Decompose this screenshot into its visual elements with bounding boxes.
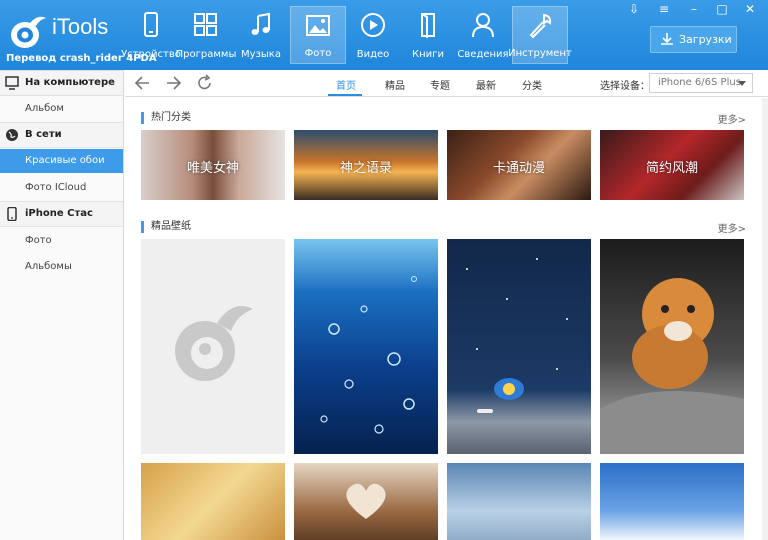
wrench-icon xyxy=(529,13,552,39)
book-icon xyxy=(421,13,435,38)
chevron-down-icon xyxy=(738,81,746,86)
phone-icon xyxy=(144,12,158,37)
apps-grid-icon xyxy=(194,13,217,36)
hot-categories-title: 热门分类 xyxy=(141,112,191,124)
globe-icon xyxy=(6,129,18,141)
app-brand: iTools xyxy=(52,14,109,39)
sidebar-item-label: Фото ICloud xyxy=(25,182,87,193)
wallpaper-placeholder[interactable] xyxy=(141,239,285,454)
sidebar-section-iphone[interactable]: iPhone Стас xyxy=(0,201,123,227)
sidebar-item-icloud-photos[interactable]: Фото ICloud xyxy=(0,176,123,200)
toolbar-tools-button[interactable]: Инструмент xyxy=(508,6,572,64)
itools-logo-icon xyxy=(11,16,46,48)
photo-icon xyxy=(306,15,330,36)
download-icon xyxy=(661,33,673,45)
sidebar-item-wallpapers[interactable]: Красивые обои xyxy=(0,149,123,173)
downloads-label: Загрузки xyxy=(679,33,732,46)
minimize-icon[interactable]: – xyxy=(686,2,702,16)
device-select[interactable]: iPhone 6/6S Plus xyxy=(649,73,753,93)
category-card[interactable]: 简约风潮 xyxy=(600,130,744,200)
category-card[interactable]: 神之语录 xyxy=(294,130,438,200)
tab-premium[interactable]: 精品 xyxy=(385,77,405,92)
wallpaper-thumbnail[interactable] xyxy=(447,239,591,454)
sidebar-section-label: В сети xyxy=(25,129,62,140)
refresh-icon[interactable] xyxy=(195,74,215,92)
toolbar-tools-label: Инструмент xyxy=(508,48,572,59)
bubbles-image xyxy=(320,276,417,434)
device-select-label: 选择设备： xyxy=(600,81,650,92)
sidebar-item-label: Альбомы xyxy=(25,261,72,272)
featured-more-link[interactable]: 更多> xyxy=(718,220,746,235)
sidebar-item-label: Красивые обои xyxy=(25,155,105,166)
category-label: 简约风潮 xyxy=(645,161,698,176)
wallpaper-thumbnail[interactable] xyxy=(141,463,285,540)
maximize-icon[interactable]: □ xyxy=(714,2,730,16)
menu-icon[interactable]: ≡ xyxy=(656,2,672,16)
wallpaper-content: 热门分类 更多> 唯美女神 神之语录 卡通动漫 简约风潮 精品壁纸 更多> xyxy=(125,98,768,540)
featured-wallpapers-title: 精品壁纸 xyxy=(141,221,191,233)
sidebar-section-online[interactable]: В сети xyxy=(0,122,123,148)
sidebar-item-album[interactable]: Альбом xyxy=(0,97,123,121)
toolbar-music-button[interactable]: Музыка xyxy=(233,6,289,64)
forward-arrow-icon[interactable] xyxy=(163,74,183,92)
monitor-icon xyxy=(5,76,19,90)
sidebar-item-label: Фото xyxy=(25,235,52,246)
content-nav-bar: 首页 精品 专题 最新 分类 选择设备： iPhone 6/6S Plus xyxy=(125,70,768,97)
wallpaper-thumbnail[interactable] xyxy=(600,463,744,540)
wallpaper-thumbnail[interactable] xyxy=(294,463,438,540)
person-icon xyxy=(472,13,494,38)
wallpaper-thumbnail[interactable] xyxy=(600,239,744,454)
sidebar-item-label: Альбом xyxy=(25,103,64,114)
sidebar-section-computer[interactable]: На компьютере xyxy=(0,70,123,96)
iphone-icon xyxy=(7,207,17,221)
device-select-value: iPhone 6/6S Plus xyxy=(658,77,741,88)
space-dog-image xyxy=(466,258,568,413)
sidebar-item-albums[interactable]: Альбомы xyxy=(0,255,123,279)
pin-icon[interactable]: ⇩ xyxy=(626,2,642,16)
tab-home[interactable]: 首页 xyxy=(336,77,356,92)
back-arrow-icon[interactable] xyxy=(133,74,153,92)
hot-more-link[interactable]: 更多> xyxy=(718,111,746,126)
tab-categories[interactable]: 分类 xyxy=(522,77,542,92)
downloads-button[interactable]: Загрузки xyxy=(650,26,737,53)
latte-heart-image xyxy=(346,483,386,519)
sidebar: На компьютере Альбом В сети Красивые обо… xyxy=(0,70,124,540)
category-label: 唯美女神 xyxy=(186,161,239,176)
play-icon xyxy=(361,13,385,37)
category-card[interactable]: 卡通动漫 xyxy=(447,130,591,200)
category-card[interactable]: 唯美女神 xyxy=(141,130,285,200)
category-label: 神之语录 xyxy=(339,161,392,176)
top-toolbar: iTools Перевод crash_rider 4PDA Устройст… xyxy=(0,0,768,70)
toolbar-info-button[interactable]: Сведения xyxy=(455,6,511,64)
category-label: 卡通动漫 xyxy=(492,161,545,176)
tiger-cub-image xyxy=(600,278,744,454)
active-tab-indicator xyxy=(328,94,362,96)
itools-placeholder-icon xyxy=(175,306,253,381)
close-icon[interactable]: ✕ xyxy=(742,2,758,16)
wallpaper-thumbnail[interactable] xyxy=(447,463,591,540)
content-scrollbar[interactable] xyxy=(762,98,768,540)
sidebar-section-label: На компьютере xyxy=(25,77,115,88)
tab-topics[interactable]: 专题 xyxy=(430,77,450,92)
music-note-icon xyxy=(251,12,270,35)
sidebar-section-label: iPhone Стас xyxy=(25,208,93,219)
tab-latest[interactable]: 最新 xyxy=(476,77,496,92)
sidebar-item-photos[interactable]: Фото xyxy=(0,229,123,253)
wallpaper-thumbnail[interactable] xyxy=(294,239,438,454)
